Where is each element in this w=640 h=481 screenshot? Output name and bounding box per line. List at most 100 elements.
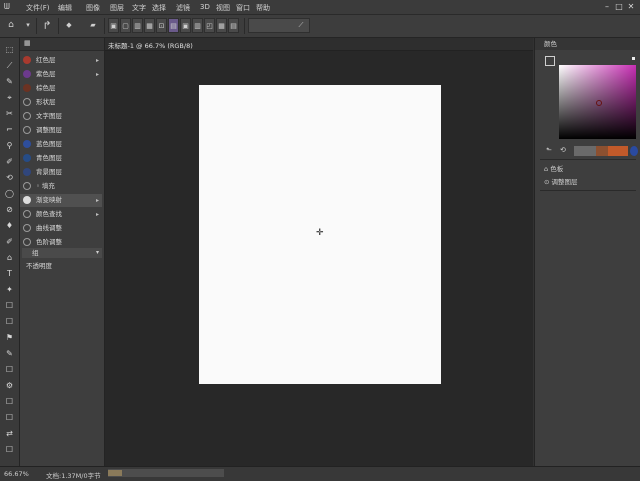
- status-bar: 66.67% 文档:1.37M/0字节: [0, 466, 640, 481]
- pen-icon[interactable]: ⟋: [295, 18, 307, 33]
- menu-3d[interactable]: 3D: [200, 3, 210, 11]
- gradient-tool-icon[interactable]: ✐: [3, 236, 16, 247]
- chevron-right-icon[interactable]: ▸: [96, 54, 99, 67]
- layer-row[interactable]: 颜色查找 ▸: [20, 208, 102, 221]
- maximize-icon[interactable]: □: [614, 2, 624, 12]
- distribute-v-button[interactable]: ▥: [192, 18, 203, 33]
- history-tool-icon[interactable]: ⊘: [3, 204, 16, 215]
- menu-window[interactable]: 窗口: [236, 3, 250, 13]
- layer-row[interactable]: 棕色层: [20, 82, 102, 95]
- align-right-button[interactable]: ▥: [132, 18, 143, 33]
- blur-tool-icon[interactable]: ⌂: [3, 252, 16, 263]
- minimize-icon[interactable]: –: [602, 2, 612, 12]
- distribute-button[interactable]: ▣: [180, 18, 191, 33]
- swatch[interactable]: [608, 146, 628, 156]
- marquee-tool-icon[interactable]: ⟋: [3, 60, 16, 71]
- swatch[interactable]: [596, 146, 608, 156]
- panel-menu-icon[interactable]: [632, 57, 635, 60]
- layer-row[interactable]: 文字图层: [20, 110, 102, 123]
- document-tab[interactable]: 未标题-1 @ 66.7% (RGB/8): [105, 38, 533, 51]
- swatch[interactable]: [630, 146, 638, 156]
- eraser-tool-icon[interactable]: ♦: [3, 220, 16, 231]
- color-picker-point[interactable]: [596, 100, 602, 106]
- chevron-right-icon[interactable]: ▸: [96, 208, 99, 221]
- menu-image[interactable]: 图像: [86, 3, 100, 13]
- dodge-tool-icon[interactable]: T: [3, 268, 16, 279]
- foreground-color-icon[interactable]: [545, 56, 555, 66]
- healing-tool-icon[interactable]: ✐: [3, 156, 16, 167]
- shape-tool-icon[interactable]: ⚑: [3, 332, 16, 343]
- brush-tool-icon[interactable]: ⟲: [3, 172, 16, 183]
- layer-row[interactable]: 背景图层: [20, 166, 102, 179]
- move-tool-icon[interactable]: ↱: [40, 18, 54, 33]
- layer-row[interactable]: ◦ 填充: [20, 180, 102, 193]
- layer-row[interactable]: 青色图层: [20, 152, 102, 165]
- layer-row[interactable]: 紫色层 ▸: [20, 68, 102, 81]
- adjustments-tab[interactable]: ⊙ 调整图层: [544, 177, 578, 187]
- menu-help[interactable]: 帮助: [256, 3, 270, 13]
- swatch-icon[interactable]: ⟲: [560, 146, 566, 154]
- zoom-tool-icon[interactable]: ☐: [3, 364, 16, 375]
- pen-tool-icon[interactable]: ✦: [3, 284, 16, 295]
- zoom-level[interactable]: 66.67%: [4, 470, 29, 478]
- align-center-button[interactable]: ▢: [120, 18, 131, 33]
- layer-row[interactable]: 渐变映射 ▸: [20, 194, 102, 207]
- horizontal-scrollbar[interactable]: [108, 469, 224, 477]
- quick-select-tool-icon[interactable]: ⌖: [3, 92, 16, 103]
- frame-tool-icon[interactable]: ⌐: [3, 124, 16, 135]
- path-select-tool-icon[interactable]: ☐: [3, 316, 16, 327]
- move-tool-icon[interactable]: ⬚: [3, 44, 16, 55]
- menu-select[interactable]: 选择: [152, 3, 166, 13]
- align-middle-button[interactable]: ⊡: [156, 18, 167, 33]
- align-bottom-button[interactable]: ▤: [168, 18, 179, 33]
- scrollbar-thumb[interactable]: [108, 470, 122, 476]
- align-top-button[interactable]: ▦: [144, 18, 155, 33]
- layer-row[interactable]: 形状层: [20, 96, 102, 109]
- layers-opacity[interactable]: 不透明度: [20, 260, 102, 273]
- eyedropper-tool-icon[interactable]: ⚲: [3, 140, 16, 151]
- align-left-button[interactable]: ▣: [108, 18, 119, 33]
- menu-file[interactable]: 文件(F): [26, 3, 50, 13]
- menu-view[interactable]: 视图: [216, 3, 230, 13]
- space-button[interactable]: ▦: [216, 18, 227, 33]
- type-tool-icon[interactable]: ☐: [3, 300, 16, 311]
- menu-filter[interactable]: 滤镜: [176, 3, 190, 13]
- menu-type[interactable]: 文字: [132, 3, 146, 13]
- layer-row[interactable]: 曲线调整: [20, 222, 102, 235]
- tool-preset-icon[interactable]: ▾: [22, 18, 34, 33]
- layer-label: 青色图层: [36, 154, 62, 162]
- layer-thumbnail: [23, 224, 31, 232]
- swatch[interactable]: [574, 146, 596, 156]
- layer-row[interactable]: 红色层 ▸: [20, 54, 102, 67]
- background-tool-icon[interactable]: ☐: [3, 412, 16, 423]
- layer-thumbnail: [23, 140, 31, 148]
- layer-row[interactable]: 调整图层: [20, 124, 102, 137]
- crop-tool-icon[interactable]: ✂: [3, 108, 16, 119]
- distribute-h-button[interactable]: ◰: [204, 18, 215, 33]
- canvas[interactable]: ✛: [199, 85, 441, 384]
- color-picker-field[interactable]: [559, 65, 636, 139]
- quick-mask-tool-icon[interactable]: ☐: [3, 444, 16, 455]
- home-icon[interactable]: ⌂: [4, 18, 18, 33]
- swatches-tab[interactable]: ⌂ 色板: [544, 164, 563, 174]
- chevron-right-icon[interactable]: ▸: [96, 68, 99, 81]
- layer-thumbnail: [23, 238, 31, 246]
- lasso-tool-icon[interactable]: ✎: [3, 76, 16, 87]
- hand-tool-icon[interactable]: ✎: [3, 348, 16, 359]
- auto-select-icon[interactable]: ◆: [62, 18, 76, 33]
- layer-group[interactable]: 组 ▾: [22, 248, 102, 258]
- foreground-tool-icon[interactable]: ☐: [3, 396, 16, 407]
- edit-toolbar-tool-icon[interactable]: ⚙: [3, 380, 16, 391]
- swap-tool-icon[interactable]: ⇄: [3, 428, 16, 439]
- layer-label: 渐变映射: [36, 196, 62, 204]
- space-v-button[interactable]: ▤: [228, 18, 239, 33]
- menu-layer[interactable]: 图层: [110, 3, 124, 13]
- transform-icon[interactable]: ▰: [86, 18, 100, 33]
- swatch-icon[interactable]: ⬑: [546, 146, 552, 154]
- layer-row[interactable]: 蓝色图层: [20, 138, 102, 151]
- chevron-right-icon[interactable]: ▸: [96, 194, 99, 207]
- close-icon[interactable]: ✕: [626, 2, 636, 12]
- menu-edit[interactable]: 编辑: [58, 3, 72, 13]
- clone-tool-icon[interactable]: ◯: [3, 188, 16, 199]
- chevron-down-icon[interactable]: ▾: [96, 248, 99, 258]
